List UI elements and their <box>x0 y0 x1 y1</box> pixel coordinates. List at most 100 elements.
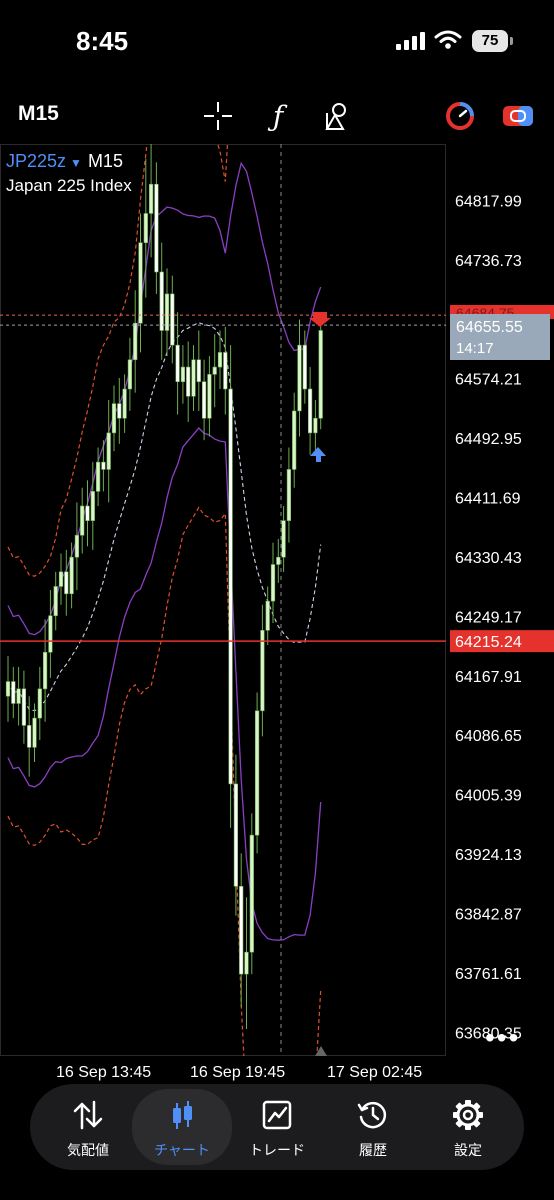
y-axis-tick-label: 64167.91 <box>455 669 522 686</box>
candle-body <box>297 344 302 412</box>
candle-body <box>5 681 11 697</box>
candle-body <box>117 403 122 419</box>
candle-body <box>48 615 53 653</box>
tab-trade[interactable]: トレード <box>227 1084 327 1170</box>
candle-body <box>196 359 201 382</box>
candle-body <box>11 681 16 704</box>
tab-quotes-label: 気配値 <box>67 1142 109 1158</box>
y-axis-tick-label: 64249.17 <box>455 609 522 626</box>
candle-body <box>175 344 180 382</box>
candle-body <box>149 183 154 214</box>
candle-body <box>42 651 48 690</box>
candle-body <box>96 461 101 492</box>
lower-inner-band <box>7 427 322 941</box>
history-clock-icon <box>357 1101 387 1129</box>
y-axis-tick-label: 64574.21 <box>455 372 522 389</box>
y-axis-tick-label: 64492.95 <box>455 431 522 448</box>
bottom-tab-bar: 気配値 チャート トレード 履歴 設定 <box>30 1084 524 1170</box>
candle-body <box>37 688 42 719</box>
candle-body <box>53 586 58 617</box>
symbol-description: Japan 225 Index <box>6 176 132 195</box>
candle-body <box>58 571 64 587</box>
candle-body <box>260 630 265 712</box>
tab-settings[interactable]: 設定 <box>418 1084 518 1170</box>
candle-body <box>223 352 228 390</box>
candle-body <box>186 366 191 397</box>
candle-body <box>239 886 244 975</box>
x-axis-tick-label: 16 Sep 19:45 <box>190 1064 285 1081</box>
chart-symbol-selector[interactable]: JP225z ▼ M15 <box>6 151 123 172</box>
tab-history-label: 履歴 <box>359 1142 387 1158</box>
candle-body <box>69 556 74 595</box>
candle-body <box>85 505 90 521</box>
y-axis-tick-label: 63842.87 <box>455 906 522 923</box>
candle-body <box>180 366 186 382</box>
candle-body <box>318 330 323 419</box>
candle-body <box>90 491 95 521</box>
tab-history[interactable]: 履歴 <box>323 1084 423 1170</box>
candle-body <box>281 520 286 558</box>
candle-body <box>302 344 307 390</box>
upper-inner-band <box>7 161 322 636</box>
candle-body <box>170 293 175 346</box>
y-axis-tick-label: 64005.39 <box>455 788 522 805</box>
candle-body <box>21 688 27 726</box>
tab-quotes[interactable]: 気配値 <box>38 1084 138 1170</box>
candle-body <box>74 534 79 558</box>
candle-body <box>32 717 37 748</box>
x-axis-tick-label: 17 Sep 02:45 <box>327 1064 422 1081</box>
candle-body <box>64 571 69 595</box>
candle-body <box>212 366 217 375</box>
candle-body <box>265 600 270 631</box>
candle-body <box>27 725 32 748</box>
candle-body <box>255 710 260 836</box>
symbol-timeframe: M15 <box>87 151 123 171</box>
more-options-button[interactable]: ••• <box>485 1022 520 1054</box>
y-axis-tick-label: 64330.43 <box>455 550 522 567</box>
middle-band <box>7 322 322 712</box>
candle-body <box>244 951 249 975</box>
candle-body <box>207 374 212 419</box>
candle-body <box>154 183 159 273</box>
candle-body <box>249 834 254 953</box>
candle-body <box>127 359 133 390</box>
candle-body <box>270 564 276 602</box>
candle-body <box>233 783 239 887</box>
upper-outer-band <box>7 144 229 577</box>
candle-body <box>191 359 196 397</box>
tab-chart-label: チャート <box>154 1142 210 1158</box>
candle-body <box>143 213 148 244</box>
candle-body <box>101 461 106 470</box>
candlestick-icon <box>173 1101 192 1129</box>
candle-body <box>159 271 164 331</box>
gear-icon <box>453 1100 483 1130</box>
candle-body <box>276 556 281 565</box>
tab-chart[interactable]: チャート <box>132 1089 232 1165</box>
candle-body <box>286 469 292 521</box>
dropdown-triangle-icon: ▼ <box>70 156 82 170</box>
candle-body <box>80 505 85 536</box>
candle-body <box>228 388 233 785</box>
candle-body <box>217 352 223 368</box>
candle-body <box>133 322 138 361</box>
quotes-arrows-icon <box>73 1100 103 1130</box>
candle-body <box>16 688 21 704</box>
candle-body <box>313 417 318 434</box>
candle-body <box>202 381 207 419</box>
level-price-label: 64215.24 <box>455 634 522 651</box>
candle-body <box>138 242 143 324</box>
candle-body <box>111 403 117 434</box>
candle-body <box>307 388 313 434</box>
y-axis-tick-label: 64086.65 <box>455 728 522 745</box>
tab-settings-label: 設定 <box>454 1142 482 1158</box>
x-axis-tick-label: 16 Sep 13:45 <box>56 1064 151 1081</box>
buy-arrow-icon <box>310 447 326 462</box>
y-axis-tick-label: 64411.69 <box>455 490 521 507</box>
candle-body <box>292 410 297 470</box>
candle-countdown-label: 14:17 <box>456 340 494 357</box>
y-axis-tick-label: 63761.61 <box>455 966 522 983</box>
trade-chart-icon <box>262 1100 292 1130</box>
candle-body <box>122 388 127 419</box>
tab-trade-label: トレード <box>249 1142 305 1158</box>
y-axis-tick-label: 63924.13 <box>455 847 522 864</box>
